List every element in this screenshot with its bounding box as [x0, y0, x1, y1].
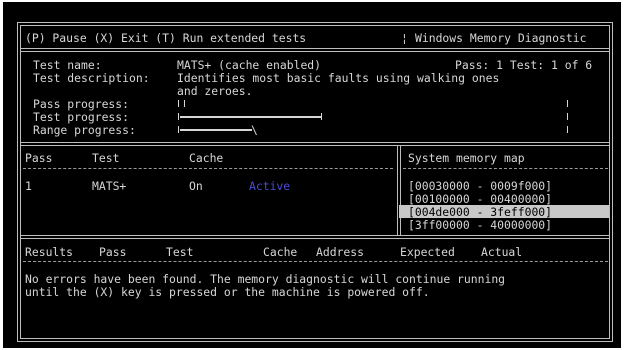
results-expected-header: Expected	[400, 245, 455, 259]
range-progress-label: Range progress:	[33, 123, 136, 137]
results-message-line1: No errors have been found. The memory di…	[25, 272, 506, 286]
pass-progress-label: Pass progress:	[33, 97, 130, 111]
results-test-header: Test	[166, 245, 194, 259]
results-divider	[20, 235, 610, 236]
memory-diagnostic-screen: (P) Pause (X) Exit (T) Run extended test…	[3, 2, 621, 348]
row-status-active: Active	[249, 179, 291, 193]
row-test: MATS+	[92, 179, 127, 193]
results-header-divider	[23, 261, 608, 262]
results-divider-2	[20, 238, 610, 239]
test-name-label: Test name:	[33, 58, 102, 72]
col-test-header: Test	[92, 151, 120, 165]
results-pass-header: Pass	[99, 245, 127, 259]
test-description-label: Test description:	[33, 71, 150, 85]
tests-header-divider	[23, 168, 393, 169]
memory-range-3-selected: [004de000 - 3feff000]	[408, 205, 553, 219]
memory-map-divider	[397, 145, 398, 236]
results-message-line2: until the (X) key is pressed or the mach…	[25, 285, 430, 299]
test-description-line1: Identifies most basic faults using walki…	[177, 71, 500, 85]
memory-range-4: [3ff00000 - 40000000]	[408, 218, 553, 232]
menu-divider-2	[20, 51, 610, 52]
results-actual-header: Actual	[481, 245, 523, 259]
memory-map-title: System memory map	[408, 151, 525, 165]
title-separator: ¦	[401, 31, 408, 45]
memory-map-header-divider	[403, 168, 608, 169]
memory-map-divider-2	[400, 145, 401, 236]
window-title: Windows Memory Diagnostic	[415, 31, 587, 45]
menu-bar[interactable]: (P) Pause (X) Exit (T) Run extended test…	[25, 32, 306, 44]
col-pass-header: Pass	[25, 151, 53, 165]
test-name-value: MATS+ (cache enabled)	[177, 58, 322, 72]
memory-range-1: [00030000 - 0009f000]	[408, 179, 553, 193]
row-pass: 1	[25, 179, 32, 193]
menu-divider	[20, 48, 610, 49]
row-cache: On	[189, 179, 203, 193]
results-address-header: Address	[316, 245, 365, 259]
memory-range-2: [00100000 - 00400000]	[408, 192, 553, 206]
results-header: Results	[25, 245, 74, 259]
pass-info: Pass: 1 Test: 1 of 6	[455, 58, 593, 72]
col-cache-header: Cache	[189, 151, 224, 165]
test-progress-label: Test progress:	[33, 110, 130, 124]
test-description-line2: and zeroes.	[177, 84, 253, 98]
section-divider-2	[20, 145, 610, 146]
results-cache-header: Cache	[263, 245, 298, 259]
section-divider	[20, 142, 610, 143]
